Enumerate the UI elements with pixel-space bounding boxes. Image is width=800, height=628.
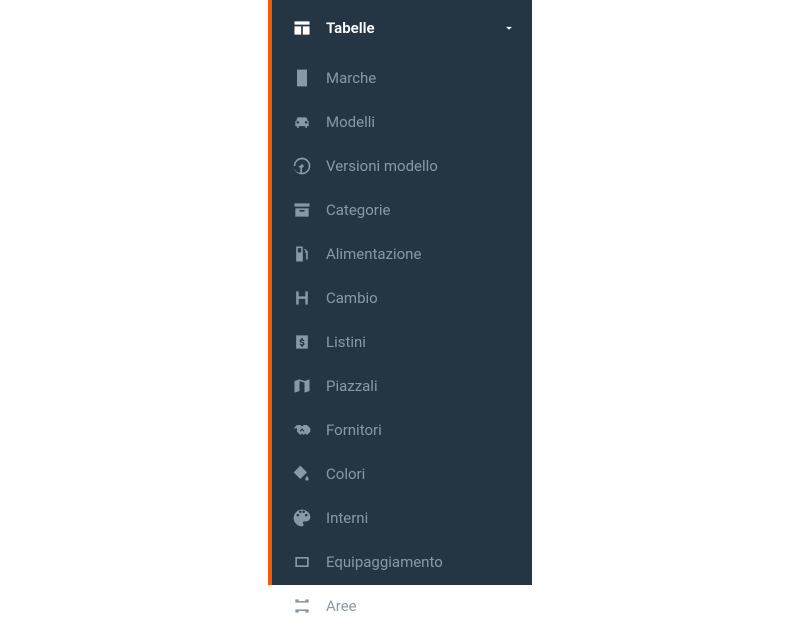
- palette-icon: [290, 506, 314, 530]
- sidebar-item-label: Versioni modello: [326, 157, 438, 175]
- sidebar-item-marche[interactable]: Marche: [272, 56, 532, 100]
- sidebar-item-label: Aree: [326, 597, 357, 615]
- sidebar-item-colori[interactable]: Colori: [272, 452, 532, 496]
- vector-area-icon: [290, 594, 314, 618]
- map-icon: [290, 374, 314, 398]
- sidebar-item-label: Colori: [326, 465, 365, 483]
- sidebar-item-alimentazione[interactable]: Alimentazione: [272, 232, 532, 276]
- sidebar-item-fornitori[interactable]: Fornitori: [272, 408, 532, 452]
- sidebar-item-label: Fornitori: [326, 421, 382, 439]
- sidebar-item-listini[interactable]: Listini: [272, 320, 532, 364]
- sidebar: Tabelle Marche Modelli Versioni modello …: [268, 0, 532, 585]
- rectangle-icon: [290, 550, 314, 574]
- sidebar-item-piazzali[interactable]: Piazzali: [272, 364, 532, 408]
- sidebar-item-label: Alimentazione: [326, 245, 421, 263]
- sidebar-header-tabelle[interactable]: Tabelle: [272, 0, 532, 56]
- building-icon: [290, 66, 314, 90]
- sidebar-item-label: Marche: [326, 69, 376, 87]
- sidebar-item-label: Cambio: [326, 289, 378, 307]
- sidebar-item-equipaggiamento[interactable]: Equipaggiamento: [272, 540, 532, 584]
- sidebar-item-label: Piazzali: [326, 377, 378, 395]
- sidebar-item-label: Listini: [326, 333, 366, 351]
- sidebar-item-versioni-modello[interactable]: Versioni modello: [272, 144, 532, 188]
- sidebar-item-label: Modelli: [326, 113, 375, 131]
- chevron-down-icon: [502, 21, 516, 35]
- h-gear-icon: [290, 286, 314, 310]
- wheel-icon: [290, 154, 314, 178]
- car-icon: [290, 110, 314, 134]
- sidebar-item-interni[interactable]: Interni: [272, 496, 532, 540]
- sidebar-header-label: Tabelle: [326, 19, 375, 37]
- sidebar-item-categorie[interactable]: Categorie: [272, 188, 532, 232]
- table-icon: [290, 16, 314, 40]
- sidebar-item-label: Categorie: [326, 201, 390, 219]
- sidebar-item-aree[interactable]: Aree: [272, 584, 532, 628]
- sidebar-item-label: Equipaggiamento: [326, 553, 443, 571]
- fuel-pump-icon: [290, 242, 314, 266]
- sidebar-item-label: Interni: [326, 509, 368, 527]
- handshake-icon: [290, 418, 314, 442]
- archive-icon: [290, 198, 314, 222]
- price-tag-icon: [290, 330, 314, 354]
- sidebar-item-modelli[interactable]: Modelli: [272, 100, 532, 144]
- sidebar-item-cambio[interactable]: Cambio: [272, 276, 532, 320]
- paint-bucket-icon: [290, 462, 314, 486]
